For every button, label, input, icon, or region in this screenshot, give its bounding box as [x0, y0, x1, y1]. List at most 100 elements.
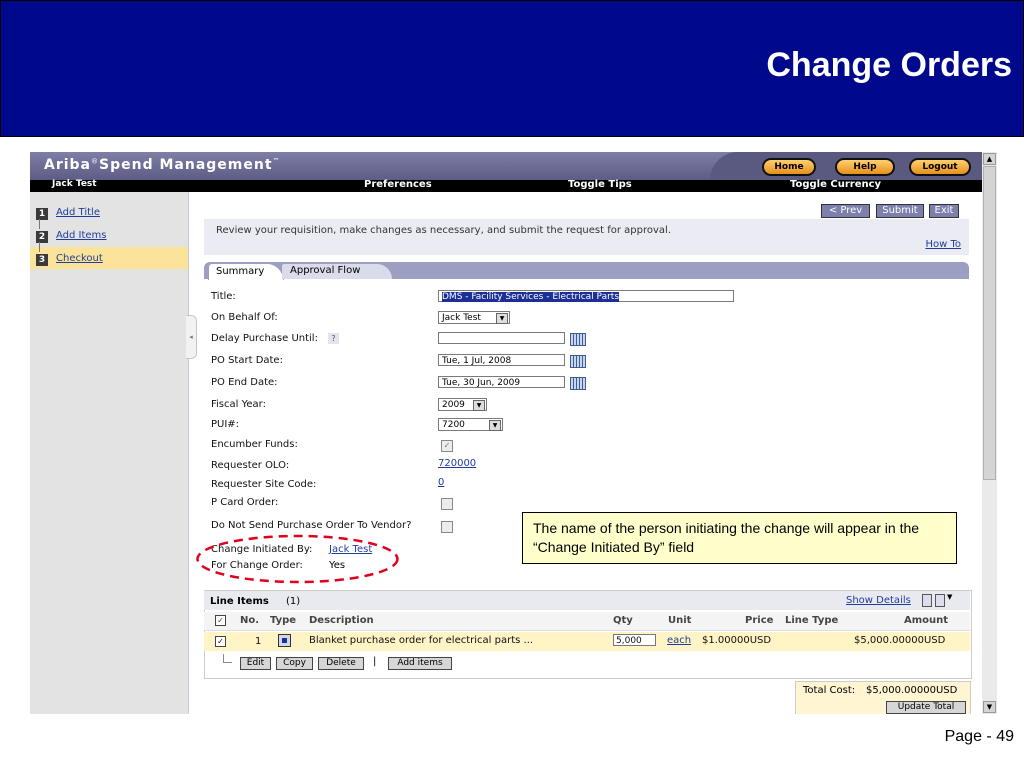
table-row[interactable]: ✓ 1 Blanket purchase order for electrica… — [204, 632, 970, 651]
step-number: 3 — [36, 254, 48, 266]
requester-olo-link[interactable]: 720000 — [438, 458, 476, 469]
row-price: $1.00000USD — [702, 635, 772, 646]
row-no: 1 — [255, 636, 262, 647]
po-start-field[interactable]: Tue, 1 Jul, 2008 — [438, 354, 565, 366]
tree-connector — [223, 654, 232, 663]
step-connector — [39, 219, 40, 229]
highlight-ellipse — [196, 534, 399, 584]
action-separator: | — [373, 656, 377, 667]
app-menubar: Jack Test Preferences Toggle Tips Toggle… — [30, 179, 982, 192]
col-line-type: Line Type — [785, 615, 839, 626]
exit-button[interactable]: Exit — [929, 204, 959, 218]
calendar-icon[interactable] — [570, 355, 586, 368]
left-nav: 1 Add Title 2 Add Items 3 Checkout — [30, 192, 189, 714]
step-label[interactable]: Add Items — [56, 230, 107, 241]
menu-toggle-tips[interactable]: Toggle Tips — [568, 179, 632, 190]
on-behalf-select[interactable]: Jack Test ▼ — [438, 311, 510, 324]
pui-value: 7200 — [442, 420, 465, 430]
col-price: Price — [745, 615, 774, 626]
menu-preferences[interactable]: Preferences — [364, 179, 432, 190]
fiscal-year-select[interactable]: 2009 ▼ — [438, 398, 487, 411]
copy-button[interactable]: Copy — [276, 657, 313, 670]
step-connector — [39, 242, 40, 252]
step-label[interactable]: Add Title — [56, 207, 100, 218]
tab-summary[interactable]: Summary — [208, 263, 284, 280]
chevron-down-icon: ▼ — [473, 400, 485, 411]
slide-title: Change Orders — [766, 46, 1012, 84]
item-type-icon — [278, 634, 291, 647]
edit-button[interactable]: Edit — [240, 657, 271, 670]
site-code-label: Requester Site Code: — [211, 479, 317, 490]
menu-toggle-currency[interactable]: Toggle Currency — [790, 179, 881, 190]
title-field[interactable]: DMS - Facility Services - Electrical Par… — [438, 290, 734, 302]
total-box: Total Cost: $5,000.00000USD Update Total — [795, 681, 971, 714]
po-end-label: PO End Date: — [211, 377, 278, 388]
calendar-icon[interactable] — [570, 377, 586, 390]
encumber-checkbox[interactable]: ✓ — [441, 440, 453, 452]
brand-trademark: ™ — [272, 157, 281, 165]
calendar-icon[interactable] — [570, 333, 586, 346]
pui-select[interactable]: 7200 ▼ — [438, 418, 503, 431]
line-items-header: Line Items (1) Show Details ▼ — [204, 591, 970, 610]
po-start-label: PO Start Date: — [211, 355, 283, 366]
do-not-send-checkbox[interactable] — [441, 521, 453, 533]
column-chooser-icon[interactable] — [922, 594, 932, 607]
select-all-checkbox[interactable]: ✓ — [215, 615, 226, 626]
row-description: Blanket purchase order for electrical pa… — [309, 635, 534, 646]
step-checkout[interactable]: 3 Checkout — [34, 251, 188, 271]
col-amount: Amount — [904, 615, 949, 626]
col-description: Description — [309, 615, 374, 626]
home-button[interactable]: Home — [762, 158, 816, 176]
step-add-title[interactable]: 1 Add Title — [34, 205, 188, 225]
pui-label: PUI#: — [211, 419, 240, 430]
submit-button[interactable]: Submit — [876, 204, 924, 218]
col-unit: Unit — [668, 615, 692, 626]
requester-olo-label: Requester OLO: — [211, 460, 290, 471]
unit-link[interactable]: each — [667, 635, 691, 646]
tab-approval-flow[interactable]: Approval Flow — [282, 264, 392, 279]
on-behalf-value: Jack Test — [442, 313, 481, 323]
site-code-link[interactable]: 0 — [438, 477, 444, 488]
app-brand: Ariba®Spend Management™ — [44, 157, 281, 173]
chevron-down-icon[interactable]: ▼ — [947, 593, 952, 601]
step-number: 2 — [36, 231, 48, 243]
prev-button[interactable]: < Prev — [821, 204, 870, 218]
title-value: DMS - Facility Services - Electrical Par… — [442, 292, 620, 302]
encumber-label: Encumber Funds: — [211, 439, 298, 450]
total-cost-label: Total Cost: — [803, 685, 856, 696]
qty-field[interactable]: 5,000 — [613, 634, 656, 646]
scroll-up-arrow-icon[interactable]: ▲ — [983, 153, 996, 165]
scroll-down-arrow-icon[interactable]: ▼ — [983, 701, 996, 713]
row-amount: $5,000.00000USD — [854, 635, 946, 646]
add-items-button[interactable]: Add items — [388, 657, 452, 670]
col-no: No. — [240, 615, 260, 626]
column-chooser-icon[interactable] — [935, 594, 945, 607]
tab-label: Summary — [216, 266, 265, 277]
p-card-checkbox[interactable] — [441, 498, 453, 510]
chevron-down-icon: ▼ — [496, 313, 508, 324]
step-add-items[interactable]: 2 Add Items — [34, 228, 188, 248]
delay-purchase-field[interactable] — [438, 332, 565, 344]
row-checkbox[interactable]: ✓ — [215, 636, 226, 647]
help-icon[interactable]: ? — [328, 333, 339, 344]
step-label[interactable]: Checkout — [56, 253, 103, 264]
on-behalf-label: On Behalf Of: — [211, 312, 278, 323]
line-items-count: (1) — [286, 596, 301, 607]
show-details-link[interactable]: Show Details — [846, 595, 911, 606]
do-not-send-label: Do Not Send Purchase Order To Vendor? — [211, 520, 412, 531]
instructions-text: Review your requisition, make changes as… — [216, 225, 671, 236]
brand-rest: Spend Management — [99, 157, 273, 173]
line-items-column-headers: ✓ No. Type Description Qty Unit Price Li… — [204, 612, 970, 631]
update-total-button[interactable]: Update Total — [886, 701, 966, 714]
col-type: Type — [270, 615, 297, 626]
logout-button[interactable]: Logout — [909, 158, 971, 176]
app-window: Ariba®Spend Management™ Home Help Logout… — [30, 152, 997, 714]
po-end-field[interactable]: Tue, 30 Jun, 2009 — [438, 376, 565, 388]
help-button[interactable]: Help — [835, 158, 895, 176]
collapse-nav-handle[interactable]: ◂ — [186, 315, 197, 359]
how-to-link[interactable]: How To — [925, 239, 961, 250]
page-number: Page - 49 — [944, 728, 1014, 745]
scrollbar-thumb[interactable] — [983, 166, 996, 480]
delete-button[interactable]: Delete — [318, 657, 364, 670]
title-label: Title: — [211, 291, 236, 302]
